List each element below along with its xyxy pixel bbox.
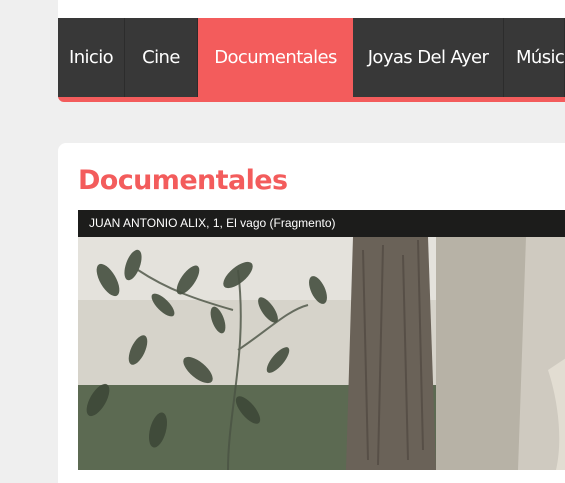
video-player[interactable]: JUAN ANTONIO ALIX, 1, El vago (Fragmento… [78, 210, 565, 470]
page-title: Documentales [78, 165, 288, 196]
nav-item-documentales[interactable]: Documentales [198, 18, 353, 97]
nav-item-musica[interactable]: Músic [504, 18, 565, 97]
nav-item-joyas-del-ayer[interactable]: Joyas Del Ayer [353, 18, 504, 97]
content-panel: Documentales JUAN ANTONIO ALIX, 1, El va… [58, 143, 565, 483]
header-strip [58, 0, 565, 18]
nav-item-cine[interactable]: Cine [125, 18, 198, 97]
video-title: JUAN ANTONIO ALIX, 1, El vago (Fragmento… [78, 210, 565, 237]
video-frame-image [78, 210, 565, 470]
main-navigation: Inicio Cine Documentales Joyas Del Ayer … [58, 18, 565, 102]
nav-item-inicio[interactable]: Inicio [58, 18, 125, 97]
